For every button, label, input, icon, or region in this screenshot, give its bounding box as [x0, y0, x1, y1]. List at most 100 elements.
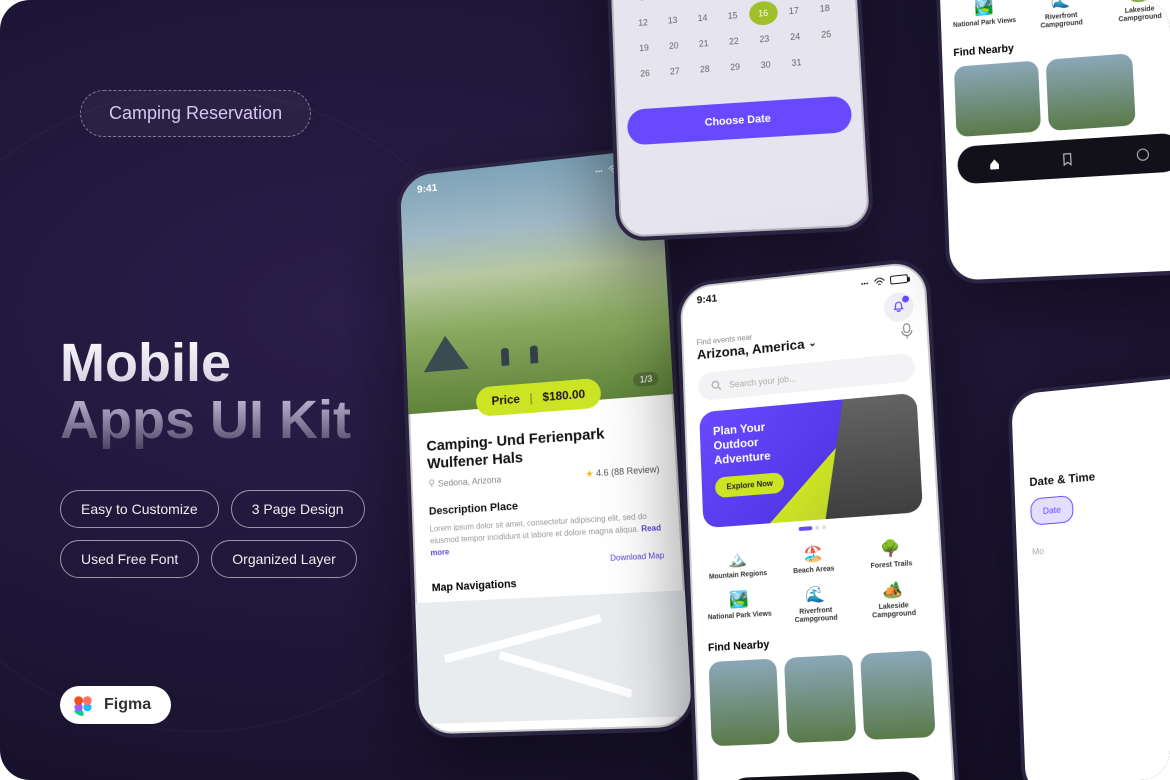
nearby-cards-row — [709, 650, 936, 746]
status-time: 9:41 — [697, 293, 718, 306]
cal-day[interactable]: 12 — [629, 10, 658, 35]
beach-icon: 🏖️ — [779, 542, 847, 567]
cal-day[interactable]: 30 — [751, 52, 781, 78]
category-item[interactable]: 🏖️Beach Areas — [779, 542, 847, 577]
cal-day[interactable]: 31 — [781, 50, 811, 76]
camp-location: Sedona, Arizona — [428, 475, 502, 491]
hero-title: Mobile Apps UI Kit — [60, 335, 440, 448]
signal-icon — [595, 164, 603, 176]
mic-icon[interactable] — [900, 322, 913, 339]
find-nearby-heading: Find Nearby — [708, 630, 931, 655]
search-placeholder: Search your job... — [729, 373, 796, 389]
promo-banner[interactable]: Plan Your Outdoor Adventure Explore Now — [699, 393, 923, 529]
bottom-nav — [957, 133, 1170, 185]
tent-illustration — [422, 334, 469, 373]
date-tab[interactable]: Date — [1030, 495, 1074, 526]
image-counter: 1/3 — [633, 371, 658, 387]
battery-icon — [890, 274, 908, 285]
category-item[interactable]: 🌊Riverfront Campground — [781, 583, 850, 626]
price-label: Price — [491, 392, 520, 408]
mockup-home-screen: 9:41 Find events near Arizona, America ⌄ — [676, 256, 962, 780]
promo-canvas: Camping Reservation Mobile Apps UI Kit E… — [0, 0, 1170, 780]
date-time-heading: Date & Time — [1029, 458, 1170, 489]
cal-day[interactable]: 22 — [719, 28, 749, 54]
weekday-label: Mo — [1032, 532, 1170, 557]
nearby-card[interactable] — [954, 61, 1041, 138]
cal-day[interactable]: 23 — [750, 26, 780, 52]
cal-day[interactable] — [812, 47, 843, 73]
calendar-grid[interactable]: Mo Tu We Th Fr Sa Su 1234 567891011 1213… — [626, 0, 843, 86]
cal-day[interactable]: 21 — [689, 31, 718, 57]
category-item[interactable]: 🌊Riverfront Campground — [1027, 0, 1095, 32]
cal-day[interactable]: 24 — [780, 24, 810, 50]
cal-day[interactable]: 26 — [631, 61, 660, 86]
cal-day[interactable]: 29 — [720, 54, 750, 80]
camp-rating: ★ 4.6 (88 Review) — [585, 464, 660, 480]
mockup-categories-partial: 🏔️Mountain Regions 🏖️Beach Areas 🌳Forest… — [934, 0, 1170, 285]
cal-day[interactable]: 20 — [659, 33, 688, 59]
cal-day[interactable]: 19 — [630, 35, 659, 60]
section-map-heading: Map Navigations — [432, 570, 666, 594]
nav-home[interactable] — [988, 157, 1001, 171]
chevron-down-icon: ⌄ — [808, 337, 817, 348]
forest-icon: 🌳 — [856, 536, 925, 561]
cal-day[interactable]: 28 — [690, 56, 719, 82]
feature-pill: 3 Page Design — [231, 490, 365, 528]
mockup-date-partial: Date & Time Date Mo — [1007, 368, 1170, 780]
home-icon — [988, 157, 1001, 171]
cal-day[interactable]: 13 — [658, 7, 687, 33]
cal-day[interactable]: 5 — [628, 0, 656, 10]
bookmark-icon — [1062, 152, 1073, 166]
category-grid: 🏔️Mountain Regions 🏖️Beach Areas 🌳Forest… — [704, 536, 929, 630]
cal-day[interactable]: 18 — [810, 0, 840, 21]
price-amount: $180.00 — [542, 387, 585, 404]
compass-icon — [1136, 147, 1150, 161]
cal-day[interactable]: 14 — [688, 5, 717, 31]
nearby-card[interactable] — [1046, 53, 1136, 131]
search-input[interactable]: Search your job... — [698, 352, 916, 401]
feature-pill: Easy to Customize — [60, 490, 219, 528]
bottom-nav — [727, 771, 925, 780]
title-line-1: Mobile — [60, 333, 231, 393]
cal-day[interactable]: 6 — [657, 0, 686, 8]
park-icon: 🏞️ — [706, 588, 772, 612]
category-item[interactable]: 🏞️National Park Views — [706, 588, 773, 631]
cal-day[interactable]: 17 — [779, 0, 809, 24]
category-item[interactable]: 🏕️Lakeside Campground — [858, 578, 929, 622]
figma-badge: Figma — [60, 686, 171, 724]
nearby-card[interactable] — [784, 654, 857, 743]
cal-day-selected[interactable]: 16 — [748, 0, 778, 26]
park-icon: 🏞️ — [951, 0, 1016, 20]
wifi-icon — [873, 276, 885, 286]
map-preview[interactable] — [415, 590, 692, 724]
river-icon: 🌊 — [781, 583, 849, 607]
mountain-icon: 🏔️ — [704, 547, 770, 571]
nearby-card[interactable] — [709, 659, 780, 747]
nav-bookmark[interactable] — [1062, 152, 1073, 166]
person-illustration — [501, 348, 509, 366]
location-pin-icon — [428, 479, 436, 487]
person-illustration — [530, 345, 539, 363]
signal-icon — [861, 276, 869, 288]
cal-day[interactable]: 25 — [811, 21, 842, 47]
category-item[interactable]: 🏔️Mountain Regions — [704, 547, 771, 582]
feature-pill: Organized Layer — [211, 540, 357, 578]
title-line-2: Apps UI Kit — [60, 390, 351, 450]
choose-date-button[interactable]: Choose Date — [627, 95, 853, 145]
lakeside-icon: 🏕️ — [858, 578, 928, 603]
category-item[interactable]: 🌳Forest Trails — [856, 536, 926, 572]
category-item[interactable]: 🏞️National Park Views — [951, 0, 1017, 38]
status-time: 9:41 — [417, 182, 438, 195]
search-icon — [711, 380, 722, 391]
product-badge: Camping Reservation — [80, 90, 311, 137]
category-item[interactable]: 🏕️Lakeside Campground — [1105, 0, 1170, 25]
explore-now-button[interactable]: Explore Now — [715, 472, 785, 498]
mockup-calendar-screen: January ‹ › Mo Tu We Th Fr Sa Su 1234 56… — [604, 0, 874, 242]
nearby-card[interactable] — [860, 650, 935, 740]
cal-day[interactable]: 27 — [660, 58, 689, 84]
cal-day[interactable]: 15 — [718, 3, 747, 29]
feature-pill: Used Free Font — [60, 540, 199, 578]
feature-pills: Easy to Customize 3 Page Design Used Fre… — [60, 490, 460, 578]
nav-explore[interactable] — [1136, 147, 1150, 161]
star-icon: ★ — [585, 468, 594, 479]
